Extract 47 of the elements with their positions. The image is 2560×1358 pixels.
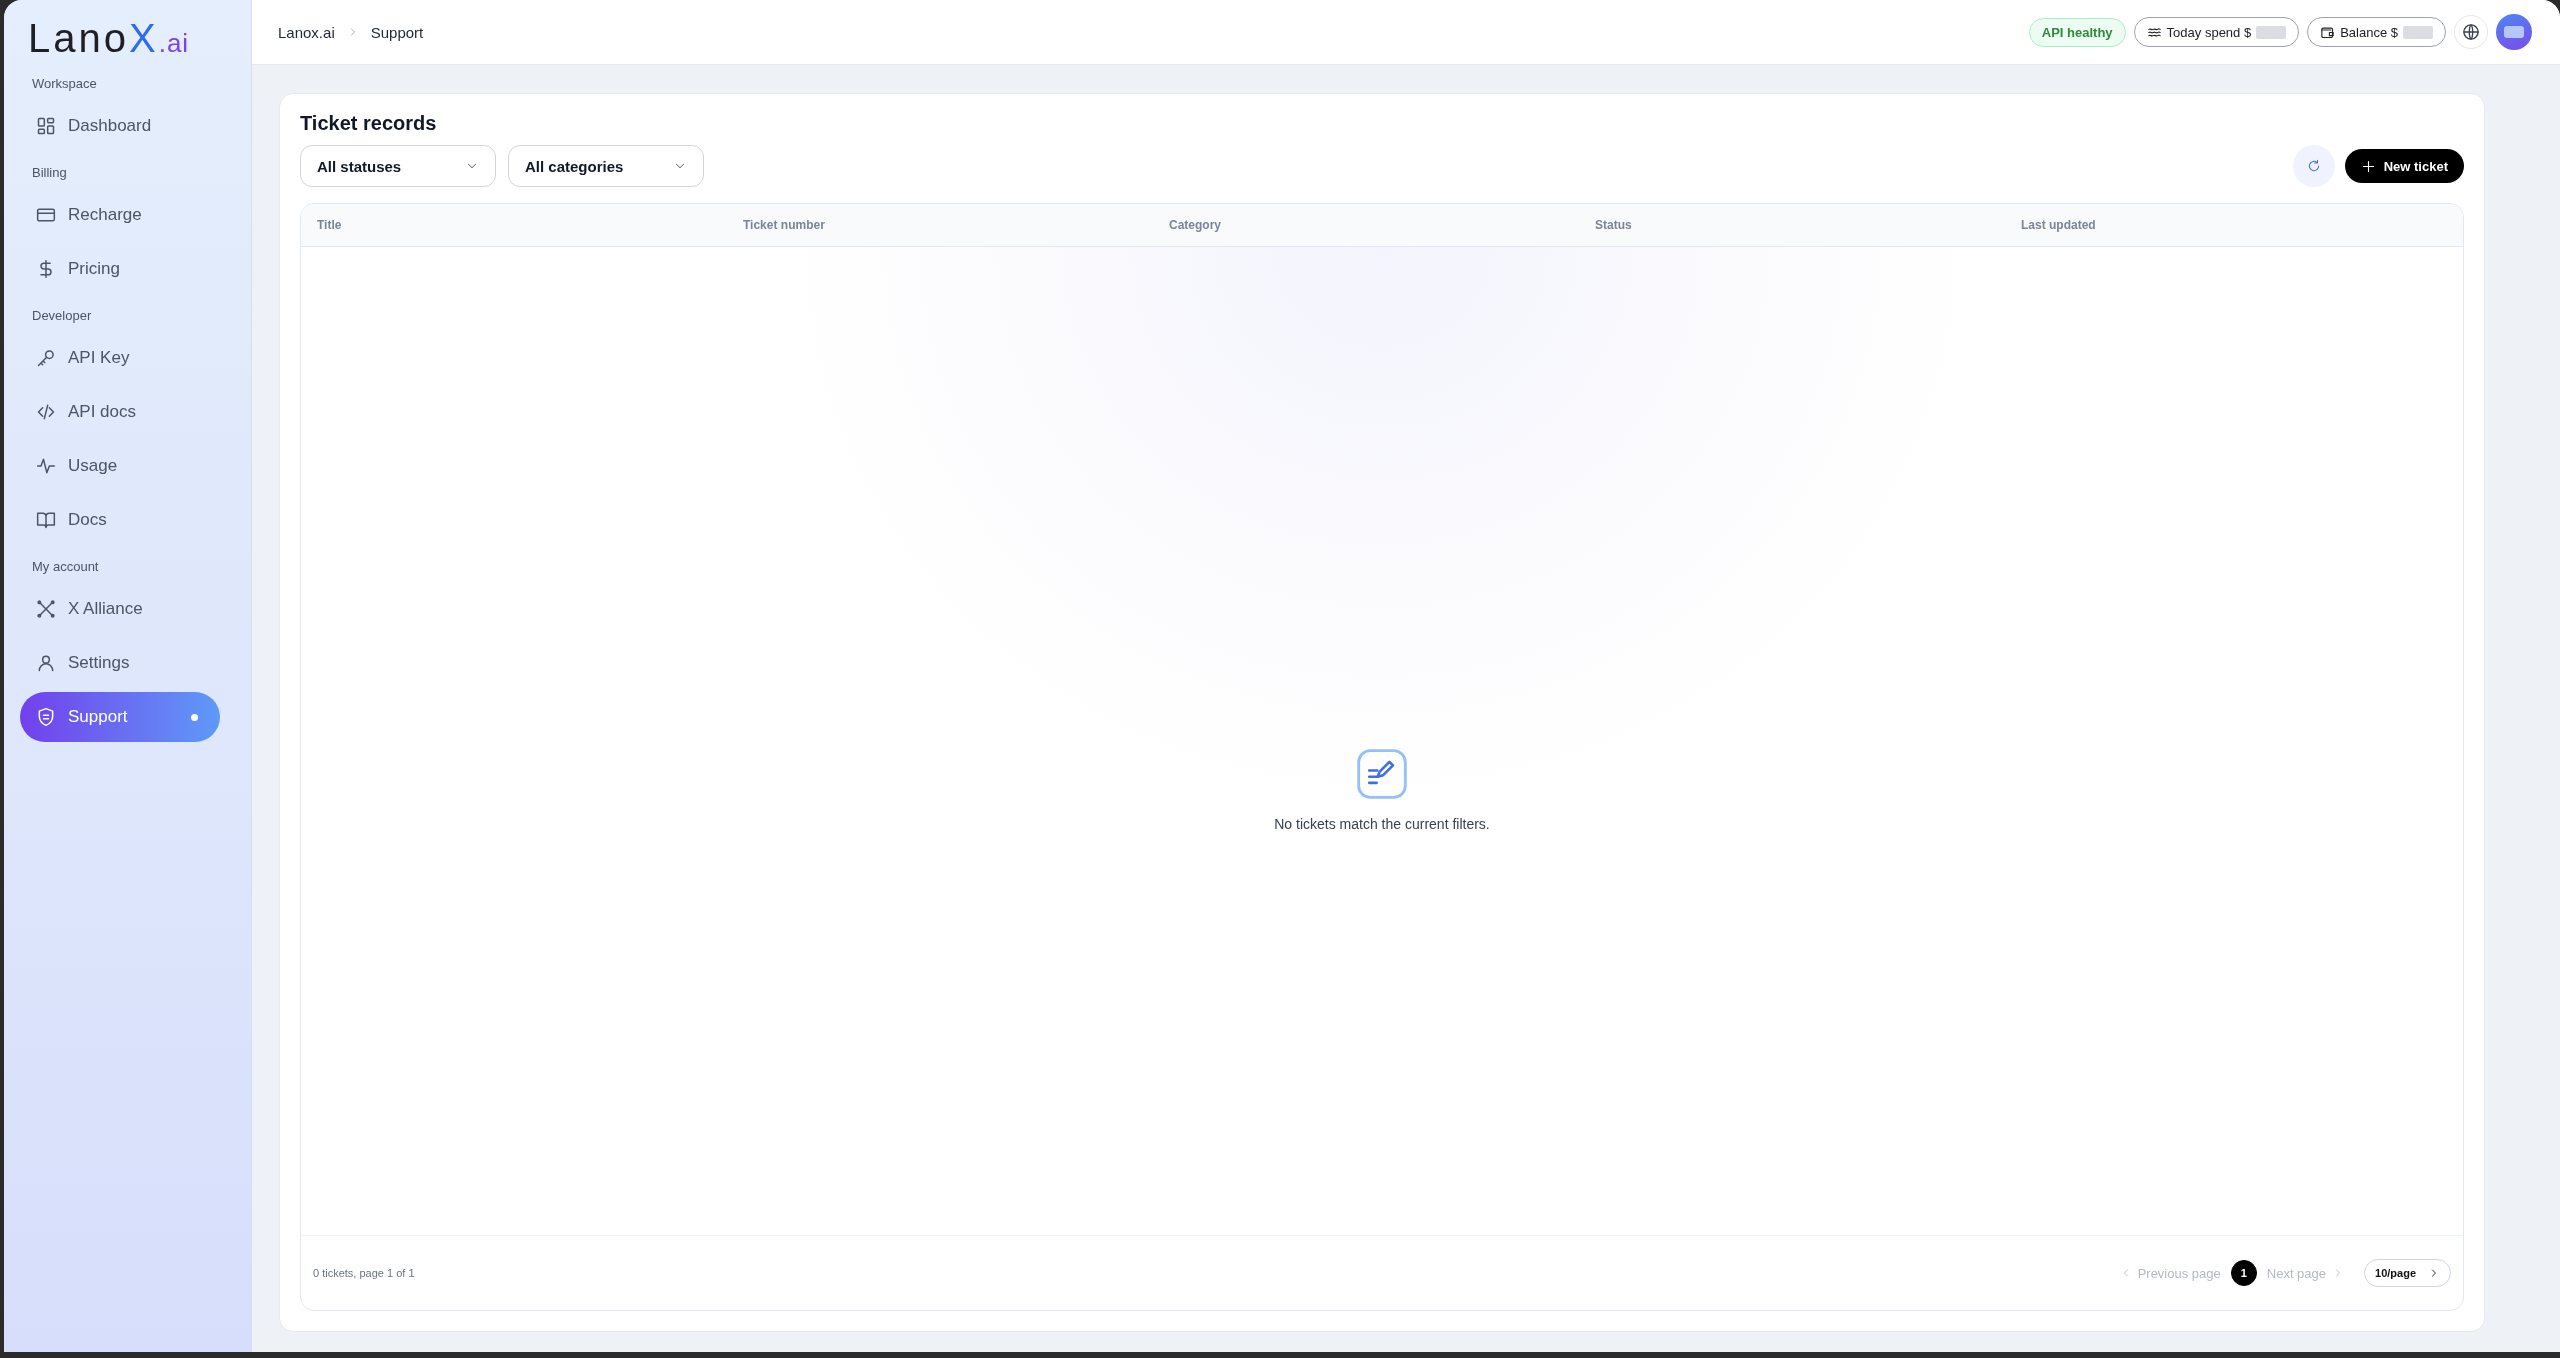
sidebar-item[interactable]: Recharge: [20, 190, 220, 240]
pagination-summary: 0 tickets, page 1 of 1: [313, 1267, 415, 1279]
section-label: Workspace: [32, 76, 98, 91]
column-header: Category: [1169, 218, 1222, 232]
section-label: Developer: [32, 308, 93, 323]
sidebar-item[interactable]: Pricing: [20, 244, 220, 294]
dashboard-icon: [36, 116, 56, 136]
sidebar-item[interactable]: Dashboard: [20, 101, 220, 151]
sidebar-item[interactable]: API Key: [20, 333, 220, 383]
sidebar-item[interactable]: X Alliance: [20, 584, 220, 634]
logo: LanoX.ai: [28, 18, 191, 58]
key-icon: [36, 348, 56, 368]
filter-dropdown[interactable]: All statuses: [300, 145, 496, 187]
column-header: Title: [317, 218, 343, 232]
language-button[interactable]: [2454, 15, 2488, 49]
column-header: Last updated: [2021, 218, 2097, 232]
breadcrumb-link[interactable]: Support: [370, 23, 424, 41]
refresh-icon: [2306, 159, 2321, 173]
globe-icon: [2462, 23, 2480, 41]
sidebar-item[interactable]: Support: [20, 692, 220, 742]
status-badge: API healthy: [2028, 17, 2126, 47]
new-ticket-button[interactable]: New ticket: [2344, 149, 2464, 183]
sidebar-item[interactable]: Settings: [20, 638, 220, 688]
sidebar-item[interactable]: Docs: [20, 495, 220, 545]
section-label: My account: [32, 559, 100, 574]
user-icon: [36, 653, 56, 673]
sidebar-item[interactable]: Usage: [20, 441, 220, 491]
credit-card-icon: [36, 205, 56, 225]
plus-icon: [2360, 158, 2376, 174]
page-title: Ticket records: [300, 112, 438, 135]
column-header: Ticket number: [743, 218, 826, 232]
column-header: Status: [1595, 218, 1633, 232]
book-icon: [36, 510, 56, 530]
empty-message: No tickets match the current filters.: [1274, 815, 1490, 832]
cross-arrows-icon: [36, 599, 56, 619]
code-icon: [36, 402, 56, 422]
wallet-icon: [2320, 24, 2336, 40]
breadcrumb-link[interactable]: Lanox.ai: [278, 23, 335, 41]
page-button[interactable]: 1: [2230, 1260, 2257, 1286]
filter-dropdown[interactable]: All categories: [508, 145, 704, 187]
active-dot: [191, 713, 198, 721]
activity-icon: [36, 456, 56, 476]
shield-icon: [36, 707, 56, 727]
section-label: Billing: [32, 165, 68, 180]
avatar[interactable]: [2496, 14, 2532, 50]
sidebar-item[interactable]: API docs: [20, 387, 220, 437]
page-size-selector[interactable]: 10/page: [2364, 1259, 2451, 1287]
